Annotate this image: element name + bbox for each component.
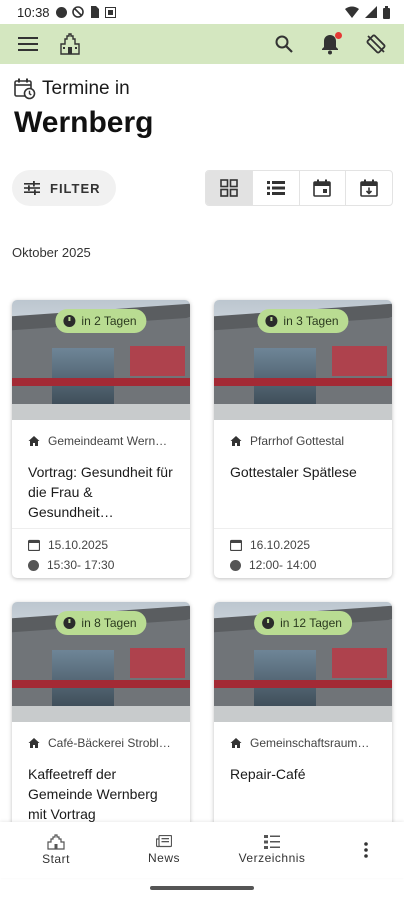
event-date: 16.10.2025 <box>250 538 311 552</box>
page-title: Wernberg <box>14 106 154 139</box>
bottom-navigation: Start News Verzeichnis <box>0 822 404 878</box>
calendar-download-view-button[interactable] <box>346 171 392 205</box>
notification-dot-icon <box>55 6 67 18</box>
days-until-badge: in 3 Tagen <box>257 309 349 333</box>
gesture-bar[interactable] <box>150 886 254 890</box>
clock-icon <box>63 315 76 327</box>
nav-news[interactable]: News <box>144 835 184 865</box>
nav-start-label: Start <box>42 852 70 866</box>
days-until-label: in 12 Tagen <box>280 616 342 630</box>
event-location: Gemeinschaftsraum… <box>230 736 376 750</box>
event-date-row: 15.10.2025 <box>28 535 174 555</box>
bell-icon[interactable] <box>316 30 344 58</box>
calendar-icon <box>313 179 332 197</box>
grid-view-button[interactable] <box>206 171 253 205</box>
more-vertical-icon[interactable] <box>356 842 376 858</box>
event-time: 12:00- 14:00 <box>249 558 317 572</box>
home-icon <box>28 738 40 748</box>
calendar-small-icon <box>230 539 242 551</box>
battery-icon <box>383 5 390 19</box>
town-hall-icon[interactable] <box>56 30 84 58</box>
event-card[interactable]: in 8 Tagen Café-Bäckerei Strobl… Kaffeet… <box>12 602 190 842</box>
filter-label: FILTER <box>50 180 101 196</box>
home-icon <box>230 738 242 748</box>
nav-directory[interactable]: Verzeichnis <box>234 835 310 865</box>
clock-icon <box>63 617 76 629</box>
nav-directory-label: Verzeichnis <box>238 851 306 865</box>
calendar-clock-icon <box>14 78 36 100</box>
days-until-label: in 8 Tagen <box>81 616 137 630</box>
directory-icon <box>264 835 280 849</box>
signal-icon <box>365 6 377 18</box>
event-meta: 15.10.2025 15:30- 17:30 <box>12 528 190 578</box>
list-icon <box>266 181 285 195</box>
event-title: Kaffeetreff der Gemeinde Wernberg mit Vo… <box>28 766 158 822</box>
event-location: Café-Bäckerei Strobl… <box>28 736 174 750</box>
page-subtitle: Termine in <box>42 78 130 99</box>
days-until-label: in 3 Tagen <box>283 314 339 328</box>
event-card[interactable]: in 3 Tagen Pfarrhof Gottestal Gottestale… <box>214 300 392 578</box>
event-meta: 16.10.2025 12:00- 14:00 <box>214 528 392 578</box>
event-time: 15:30- 17:30 <box>47 558 115 572</box>
search-icon[interactable] <box>270 30 298 58</box>
days-until-badge: in 8 Tagen <box>55 611 147 635</box>
filter-button[interactable]: FILTER <box>12 170 116 206</box>
event-date-row: 16.10.2025 <box>230 535 376 555</box>
town-hall-small-icon <box>47 834 65 850</box>
event-image: in 12 Tagen <box>214 602 392 722</box>
screen-rotation-icon[interactable] <box>362 30 390 58</box>
clock-icon <box>262 617 275 629</box>
tune-icon <box>24 181 40 195</box>
grid-icon <box>220 179 238 197</box>
event-title: Vortrag: Gesundheit für die Frau & Gesun… <box>28 464 173 520</box>
blocked-icon <box>71 6 84 18</box>
calendar-view-button[interactable] <box>300 171 347 205</box>
clock-small-icon <box>28 559 39 571</box>
news-icon <box>156 835 172 848</box>
calendar-small-icon <box>28 539 40 551</box>
list-view-button[interactable] <box>253 171 300 205</box>
sim-icon <box>90 6 99 18</box>
days-until-badge: in 2 Tagen <box>55 309 147 333</box>
home-icon <box>230 436 242 446</box>
event-location: Gemeindeamt Wern… <box>28 434 174 448</box>
clock-icon <box>265 315 278 327</box>
view-toggle-group <box>205 170 393 206</box>
nav-news-label: News <box>147 851 180 865</box>
nav-start[interactable]: Start <box>38 834 74 866</box>
status-time: 10:38 <box>17 4 50 20</box>
clock-small-icon <box>230 559 241 571</box>
month-heading: Oktober 2025 <box>12 245 91 260</box>
home-icon <box>28 436 40 446</box>
calendar-download-icon <box>360 179 378 197</box>
days-until-badge: in 12 Tagen <box>254 611 352 635</box>
event-image: in 3 Tagen <box>214 300 392 420</box>
app-bar <box>0 24 404 64</box>
page-header: Termine in Wernberg <box>14 78 153 140</box>
event-image: in 2 Tagen <box>12 300 190 420</box>
event-time-row: 15:30- 17:30 <box>28 555 174 575</box>
status-bar: 10:38 <box>0 0 404 24</box>
days-until-label: in 2 Tagen <box>81 314 137 328</box>
notification-badge <box>335 32 342 39</box>
photo-icon <box>104 6 116 18</box>
event-card[interactable]: in 12 Tagen Gemeinschaftsraum… Repair-Ca… <box>214 602 392 842</box>
event-image: in 8 Tagen <box>12 602 190 722</box>
event-time-row: 12:00- 14:00 <box>230 555 376 575</box>
event-card[interactable]: in 2 Tagen Gemeindeamt Wern… Vortrag: Ge… <box>12 300 190 578</box>
event-title: Gottestaler Spätlese <box>230 464 357 480</box>
menu-icon[interactable] <box>14 30 42 58</box>
event-location: Pfarrhof Gottestal <box>230 434 376 448</box>
wifi-icon <box>345 6 359 18</box>
event-title: Repair-Café <box>230 766 306 782</box>
event-date: 15.10.2025 <box>48 538 109 552</box>
